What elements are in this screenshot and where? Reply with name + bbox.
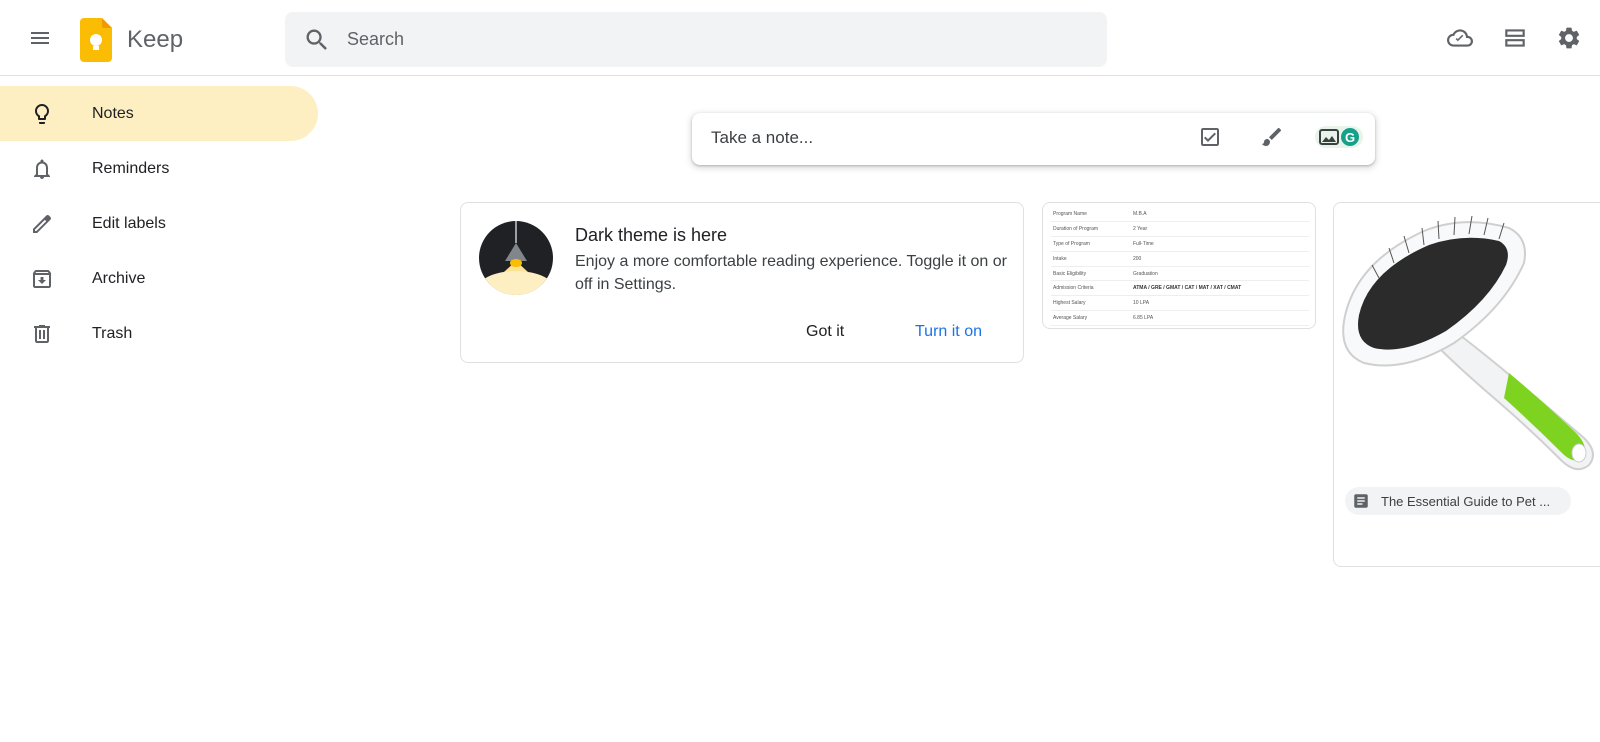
image-icon: G (1314, 123, 1364, 156)
lamp-illustration (479, 221, 553, 300)
sidebar-item-label: Archive (92, 269, 146, 287)
svg-text:G: G (1345, 130, 1355, 145)
sidebar-item-archive[interactable]: Archive (0, 251, 318, 306)
lightbulb-icon (28, 100, 56, 128)
note-card[interactable]: Program Name M.B.A Duration of Program 2 Y… (1042, 202, 1316, 329)
bell-icon (28, 155, 56, 183)
table-cell: Duration of Program (1051, 221, 1131, 238)
trash-icon (28, 320, 56, 348)
search-input[interactable] (347, 12, 1087, 67)
table-cell: 6.85 LPA (1131, 310, 1309, 326)
menu-icon (28, 26, 52, 55)
sidebar-item-edit-labels[interactable]: Edit labels (0, 196, 318, 251)
web-link-chip[interactable]: The Essential Guide to Pet ... (1345, 487, 1571, 515)
table-cell: 10 LPA (1131, 295, 1309, 312)
settings-icon (1556, 25, 1582, 56)
pet-brush-image (1334, 203, 1600, 478)
checkbox-icon (1198, 125, 1222, 154)
sidebar: Notes Reminders Edit labels Archive Tras… (0, 86, 320, 361)
sidebar-item-notes[interactable]: Notes (0, 86, 318, 141)
dark-theme-promo-card: Dark theme is here Enjoy a more comforta… (460, 202, 1024, 363)
table-cell: 2 Year (1131, 221, 1309, 238)
sidebar-item-label: Trash (92, 324, 133, 342)
table-row: Average Salary 6.85 LPA (1051, 310, 1309, 326)
new-image-button[interactable]: G (1314, 123, 1364, 155)
archive-icon (28, 265, 56, 293)
new-drawing-button[interactable] (1256, 123, 1288, 155)
sidebar-item-label: Edit labels (92, 214, 166, 232)
refresh-button[interactable] (1440, 20, 1480, 60)
table-cell: Type of Program (1051, 236, 1131, 252)
cloud-sync-icon (1447, 25, 1473, 56)
table-cell: 200 (1131, 251, 1309, 267)
new-list-button[interactable] (1194, 123, 1226, 155)
document-icon (1351, 491, 1371, 511)
table-cell: ATMA / GRE / GMAT / CAT / MAT / XAT / CM… (1131, 280, 1309, 297)
table-row: Admission Criteria ATMA / GRE / GMAT / CA… (1051, 280, 1309, 297)
table-cell: Graduation (1131, 266, 1309, 282)
table-row: Basic Eligibility Graduation (1051, 266, 1309, 282)
settings-button[interactable] (1549, 20, 1589, 60)
list-view-icon (1502, 25, 1528, 56)
promo-title: Dark theme is here (575, 225, 728, 245)
table-row: Program Name M.B.A (1051, 207, 1309, 223)
take-note-placeholder[interactable]: Take a note... (711, 128, 813, 148)
image-note-card[interactable]: The Essential Guide to Pet ... (1333, 202, 1600, 567)
web-link-title: The Essential Guide to Pet ... (1381, 493, 1551, 509)
table-row: Duration of Program 2 Year (1051, 221, 1309, 238)
table-cell: Full-Time (1131, 236, 1309, 252)
pencil-icon (28, 210, 56, 238)
app-title[interactable]: Keep (127, 26, 183, 54)
table-row: Type of Program Full-Time (1051, 236, 1309, 252)
table-cell: Basic Eligibility (1051, 266, 1131, 282)
sidebar-item-label: Reminders (92, 159, 170, 177)
turn-it-on-button[interactable]: Turn it on (903, 315, 994, 349)
sidebar-item-trash[interactable]: Trash (0, 306, 318, 361)
table-row: Highest Salary 10 LPA (1051, 295, 1309, 312)
search-icon[interactable] (303, 26, 331, 54)
take-note-bar[interactable]: Take a note... G (692, 113, 1375, 165)
got-it-button[interactable]: Got it (794, 315, 856, 349)
table-row: Intake 200 (1051, 251, 1309, 267)
list-view-button[interactable] (1495, 20, 1535, 60)
table-cell: Highest Salary (1051, 295, 1131, 312)
search-bar[interactable] (285, 12, 1107, 67)
table-cell: Average Salary (1051, 310, 1131, 326)
keep-logo[interactable] (80, 18, 112, 67)
top-bar: Keep (0, 0, 1600, 76)
promo-text: Enjoy a more comfortable reading experie… (575, 253, 1007, 293)
sidebar-item-label: Notes (92, 104, 134, 122)
brush-icon (1260, 125, 1284, 154)
table-cell: M.B.A (1131, 207, 1309, 223)
sidebar-item-reminders[interactable]: Reminders (0, 141, 318, 196)
program-table: Program Name M.B.A Duration of Program 2 Y… (1051, 207, 1309, 326)
table-cell: Admission Criteria (1051, 280, 1131, 297)
table-cell: Program Name (1051, 207, 1131, 223)
main-menu-button[interactable] (20, 20, 60, 60)
table-cell: Intake (1051, 251, 1131, 267)
